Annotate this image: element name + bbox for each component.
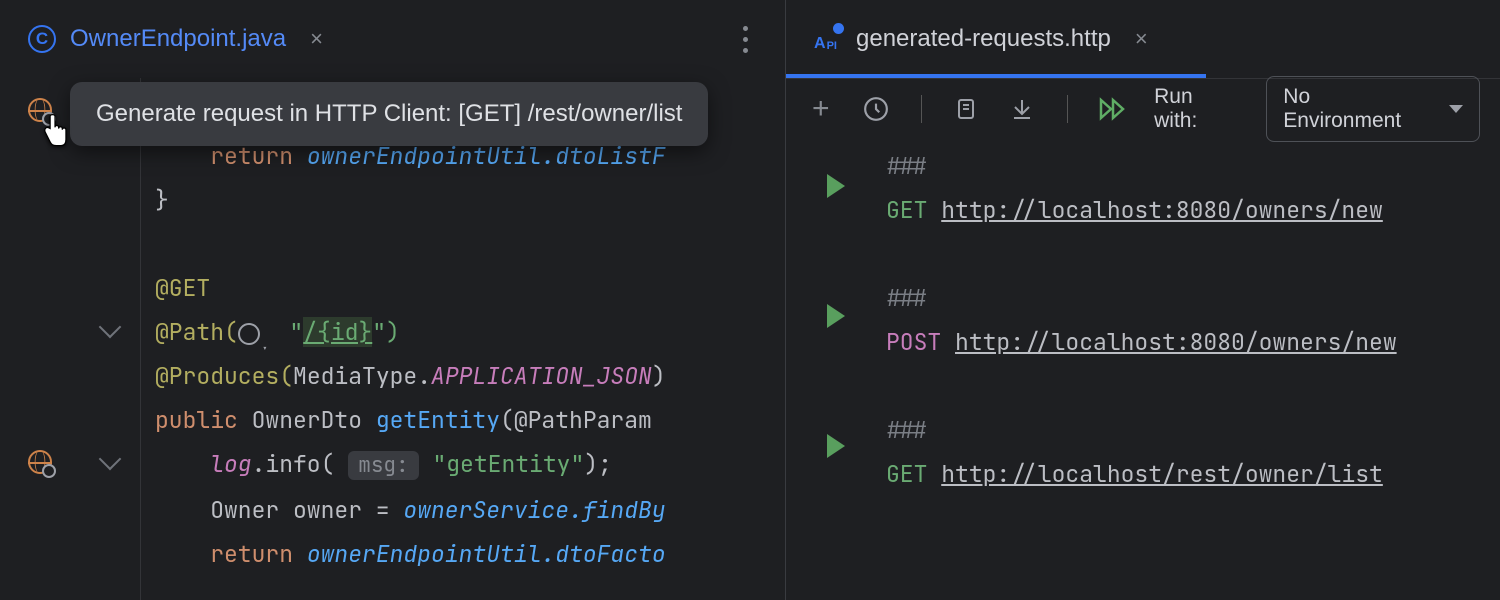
code-token: ); [584,449,612,479]
code-token: ownerService.findBy [403,495,665,525]
run-request-icon[interactable] [827,434,845,458]
close-icon[interactable]: × [1135,26,1148,52]
right-tab-bar: generated-requests.http × [786,0,1500,78]
chevron-down-icon [1449,105,1463,113]
http-method: GET [886,195,927,225]
code-token: } [155,185,169,215]
annotation-get: @GET [155,273,210,303]
run-request-icon[interactable] [827,304,845,328]
active-tab-indicator [786,74,1206,78]
code-token: log [210,449,251,479]
http-method: POST [886,327,941,357]
code-token: Owner owner = [210,495,403,525]
http-file-icon [814,25,842,53]
code-token: " [289,317,303,347]
tab-title: generated-requests.http [856,25,1111,53]
tab-generated-requests[interactable]: generated-requests.http × [806,0,1156,78]
add-request-icon[interactable]: + [806,94,836,124]
request-separator: ### [886,283,927,313]
code-token: MediaType. [293,361,431,391]
http-toolbar: + Run with: No Environment [786,78,1500,138]
gutter-icons [0,78,80,600]
code-token: "getEntity" [432,449,584,479]
request-url[interactable]: http://localhost:8080/owners/new [955,327,1397,357]
tab-menu-kebab-icon[interactable] [725,14,765,64]
environment-select[interactable]: No Environment [1266,76,1480,142]
code-token: getEntity [376,405,500,435]
java-class-icon: C [28,25,56,53]
code-token: OwnerDto [238,405,376,435]
code-token: public [155,405,238,435]
code-token: ) [652,361,666,391]
request-separator: ### [886,415,927,445]
fold-gutter [80,78,140,600]
tab-title: OwnerEndpoint.java [70,25,286,53]
http-gutter [786,144,886,600]
chevron-down-icon[interactable] [99,316,122,339]
cursor-pointer-icon [40,114,70,155]
chevron-down-icon[interactable] [99,448,122,471]
request-separator: ### [886,151,927,181]
http-editor[interactable]: ### GET http://localhost:8080/owners/new… [786,138,1500,600]
code-token: .info( [252,449,335,479]
url-globe-icon[interactable] [238,323,260,345]
code-token: APPLICATION_JSON [431,361,652,391]
inlay-hint: msg: [348,451,418,480]
annotation-path: @Path( [155,317,238,347]
code-text[interactable]: log.info( msg: "getList"); return ownerE… [140,78,785,600]
run-request-icon[interactable] [827,174,845,198]
toolbar-separator [1067,95,1068,123]
environment-value: No Environment [1283,85,1431,133]
path-link[interactable]: /{id} [303,317,372,347]
http-code-text[interactable]: ### GET http://localhost:8080/owners/new… [886,144,1500,600]
close-icon[interactable]: × [310,26,323,52]
java-editor[interactable]: log.info( msg: "getList"); return ownerE… [0,78,785,600]
left-tab-bar: C OwnerEndpoint.java × [0,0,785,78]
run-all-icon[interactable] [1098,94,1128,124]
request-url[interactable]: http://localhost/rest/owner/list [941,459,1383,489]
http-method: GET [886,459,927,489]
code-token: ownerEndpointUtil.dtoFacto [293,539,666,569]
generate-request-tooltip: Generate request in HTTP Client: [GET] /… [70,82,708,146]
annotation-produces: @Produces( [155,361,293,391]
convert-icon[interactable] [1008,94,1038,124]
code-token: (@PathParam [500,405,666,435]
endpoint-gutter-icon[interactable] [28,450,52,474]
examples-icon[interactable] [952,94,982,124]
toolbar-separator [921,95,922,123]
run-with-label: Run with: [1154,85,1240,133]
history-icon[interactable] [862,94,892,124]
tab-owner-endpoint[interactable]: C OwnerEndpoint.java × [20,0,331,78]
code-token: return [210,539,293,569]
code-token: ") [372,317,400,347]
request-url[interactable]: http://localhost:8080/owners/new [941,195,1383,225]
